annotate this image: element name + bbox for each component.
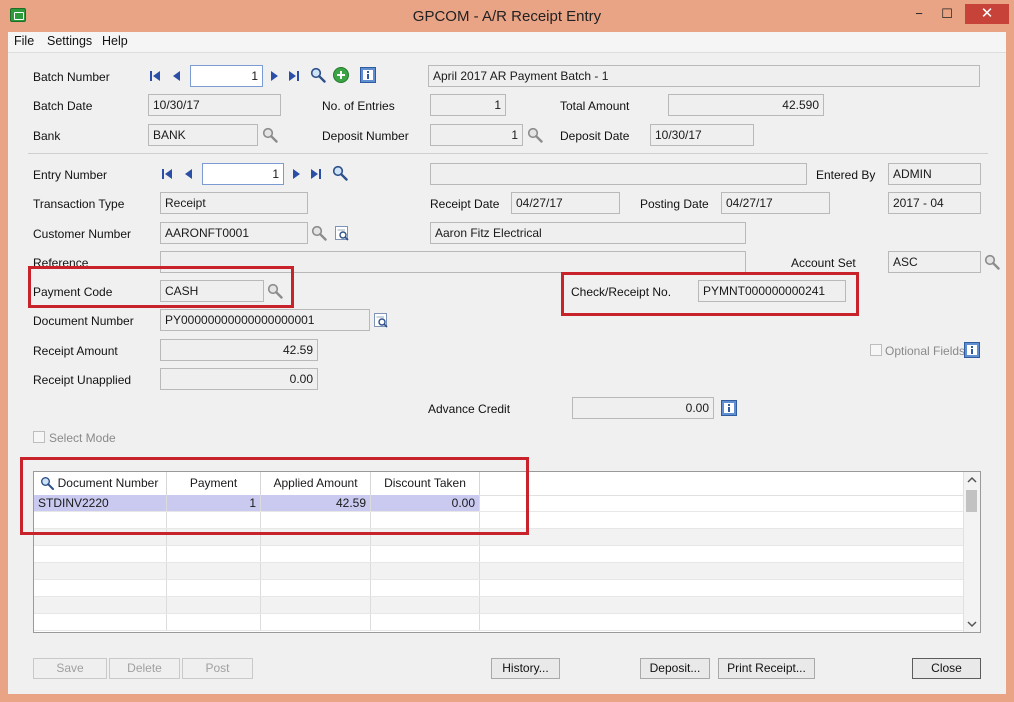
deposit-button[interactable]: Deposit...: [640, 658, 710, 679]
entry-number-label: Entry Number: [33, 168, 108, 182]
previous-batch-icon[interactable]: [172, 70, 182, 82]
previous-entry-icon[interactable]: [184, 168, 194, 180]
last-batch-icon[interactable]: [289, 70, 299, 82]
transaction-type-label: Transaction Type: [33, 197, 125, 211]
payment-code-highlight: [28, 266, 294, 308]
optional-fields-label: Optional Fields: [885, 344, 966, 358]
app-window: GPCOM - A/R Receipt Entry − ☐ ✕ File Set…: [0, 0, 1014, 702]
post-button[interactable]: Post: [182, 658, 253, 679]
first-batch-icon[interactable]: [150, 70, 160, 82]
advance-credit-field[interactable]: 0.00: [572, 397, 714, 419]
no-of-entries-label: No. of Entries: [322, 99, 395, 113]
scroll-up-icon[interactable]: [967, 475, 977, 485]
grid-scrollbar[interactable]: [963, 472, 980, 632]
first-entry-icon[interactable]: [162, 168, 172, 180]
batch-finder-icon[interactable]: [310, 67, 326, 83]
close-window-button[interactable]: ✕: [965, 4, 1009, 24]
receipt-amount-label: Receipt Amount: [33, 344, 118, 358]
delete-button[interactable]: Delete: [109, 658, 180, 679]
receipt-amount-field[interactable]: 42.59: [160, 339, 318, 361]
scroll-down-icon[interactable]: [967, 619, 977, 629]
customer-zoom-icon[interactable]: [334, 225, 350, 241]
check-receipt-highlight: [561, 272, 859, 316]
empty-row[interactable]: [34, 614, 964, 631]
menu-settings[interactable]: Settings: [47, 34, 92, 48]
customer-name-field: Aaron Fitz Electrical: [430, 222, 746, 244]
fiscal-period-field: 2017 - 04: [888, 192, 981, 214]
bank-field: BANK: [148, 124, 258, 146]
bank-finder-icon[interactable]: [262, 127, 278, 143]
batch-description-field[interactable]: April 2017 AR Payment Batch - 1: [428, 65, 980, 87]
select-mode-label: Select Mode: [49, 431, 116, 445]
maximize-button[interactable]: ☐: [933, 4, 961, 24]
deposit-date-field: 10/30/17: [650, 124, 754, 146]
receipt-unapplied-label: Receipt Unapplied: [33, 373, 132, 387]
advance-credit-zoom-icon[interactable]: [721, 400, 737, 416]
total-amount-field: 42.590: [668, 94, 824, 116]
total-amount-label: Total Amount: [560, 99, 630, 113]
select-mode-checkbox[interactable]: [33, 431, 45, 443]
document-number-field[interactable]: PY00000000000000000001: [160, 309, 370, 331]
next-batch-icon[interactable]: [270, 70, 280, 82]
posting-date-label: Posting Date: [640, 197, 709, 211]
save-button[interactable]: Save: [33, 658, 107, 679]
last-entry-icon[interactable]: [311, 168, 321, 180]
customer-finder-icon[interactable]: [311, 225, 327, 241]
grid-highlight: [20, 457, 529, 535]
close-button[interactable]: Close: [912, 658, 981, 679]
no-of-entries-field: 1: [430, 94, 506, 116]
title-bar[interactable]: GPCOM - A/R Receipt Entry − ☐ ✕: [0, 0, 1014, 32]
posting-date-field[interactable]: 04/27/17: [721, 192, 830, 214]
menu-bar: File Settings Help: [8, 32, 1006, 53]
empty-row[interactable]: [34, 597, 964, 614]
batch-zoom-icon[interactable]: [360, 67, 376, 83]
customer-number-field[interactable]: AARONFT0001: [160, 222, 308, 244]
empty-row[interactable]: [34, 580, 964, 597]
minimize-button[interactable]: −: [905, 4, 933, 24]
new-batch-icon[interactable]: [333, 67, 349, 83]
form-area: File Settings Help Batch Number 1 April …: [8, 32, 1006, 694]
account-set-label: Account Set: [791, 256, 856, 270]
optional-fields-checkbox[interactable]: [870, 344, 882, 356]
scrollbar-thumb[interactable]: [966, 490, 977, 512]
window-title: GPCOM - A/R Receipt Entry: [412, 8, 602, 25]
section-divider: [28, 153, 988, 154]
menu-help[interactable]: Help: [102, 34, 128, 48]
empty-row[interactable]: [34, 546, 964, 563]
receipt-date-field[interactable]: 04/27/17: [511, 192, 620, 214]
next-entry-icon[interactable]: [292, 168, 302, 180]
deposit-date-label: Deposit Date: [560, 129, 630, 143]
entry-finder-icon[interactable]: [332, 165, 348, 181]
entry-description-field[interactable]: [430, 163, 807, 185]
bank-label: Bank: [33, 129, 61, 143]
receipt-unapplied-field: 0.00: [160, 368, 318, 390]
account-set-field[interactable]: ASC: [888, 251, 981, 273]
batch-number-label: Batch Number: [33, 70, 110, 84]
receipt-date-label: Receipt Date: [430, 197, 500, 211]
empty-row[interactable]: [34, 563, 964, 580]
optional-fields-zoom-icon[interactable]: [964, 342, 980, 358]
entered-by-field: ADMIN: [888, 163, 981, 185]
print-receipt-button[interactable]: Print Receipt...: [718, 658, 815, 679]
deposit-finder-icon[interactable]: [527, 127, 543, 143]
entry-number-input[interactable]: 1: [202, 163, 284, 185]
batch-date-field: 10/30/17: [148, 94, 281, 116]
account-set-finder-icon[interactable]: [984, 254, 1000, 270]
entered-by-label: Entered By: [816, 168, 876, 182]
transaction-type-select[interactable]: Receipt: [160, 192, 308, 214]
batch-number-input[interactable]: 1: [190, 65, 263, 87]
advance-credit-label: Advance Credit: [428, 402, 511, 416]
document-number-label: Document Number: [33, 314, 134, 328]
menu-file[interactable]: File: [14, 34, 34, 48]
customer-number-label: Customer Number: [33, 227, 132, 241]
history-button[interactable]: History...: [491, 658, 560, 679]
deposit-number-label: Deposit Number: [322, 129, 409, 143]
document-zoom-icon[interactable]: [373, 312, 389, 328]
deposit-number-field: 1: [430, 124, 523, 146]
batch-date-label: Batch Date: [33, 99, 93, 113]
